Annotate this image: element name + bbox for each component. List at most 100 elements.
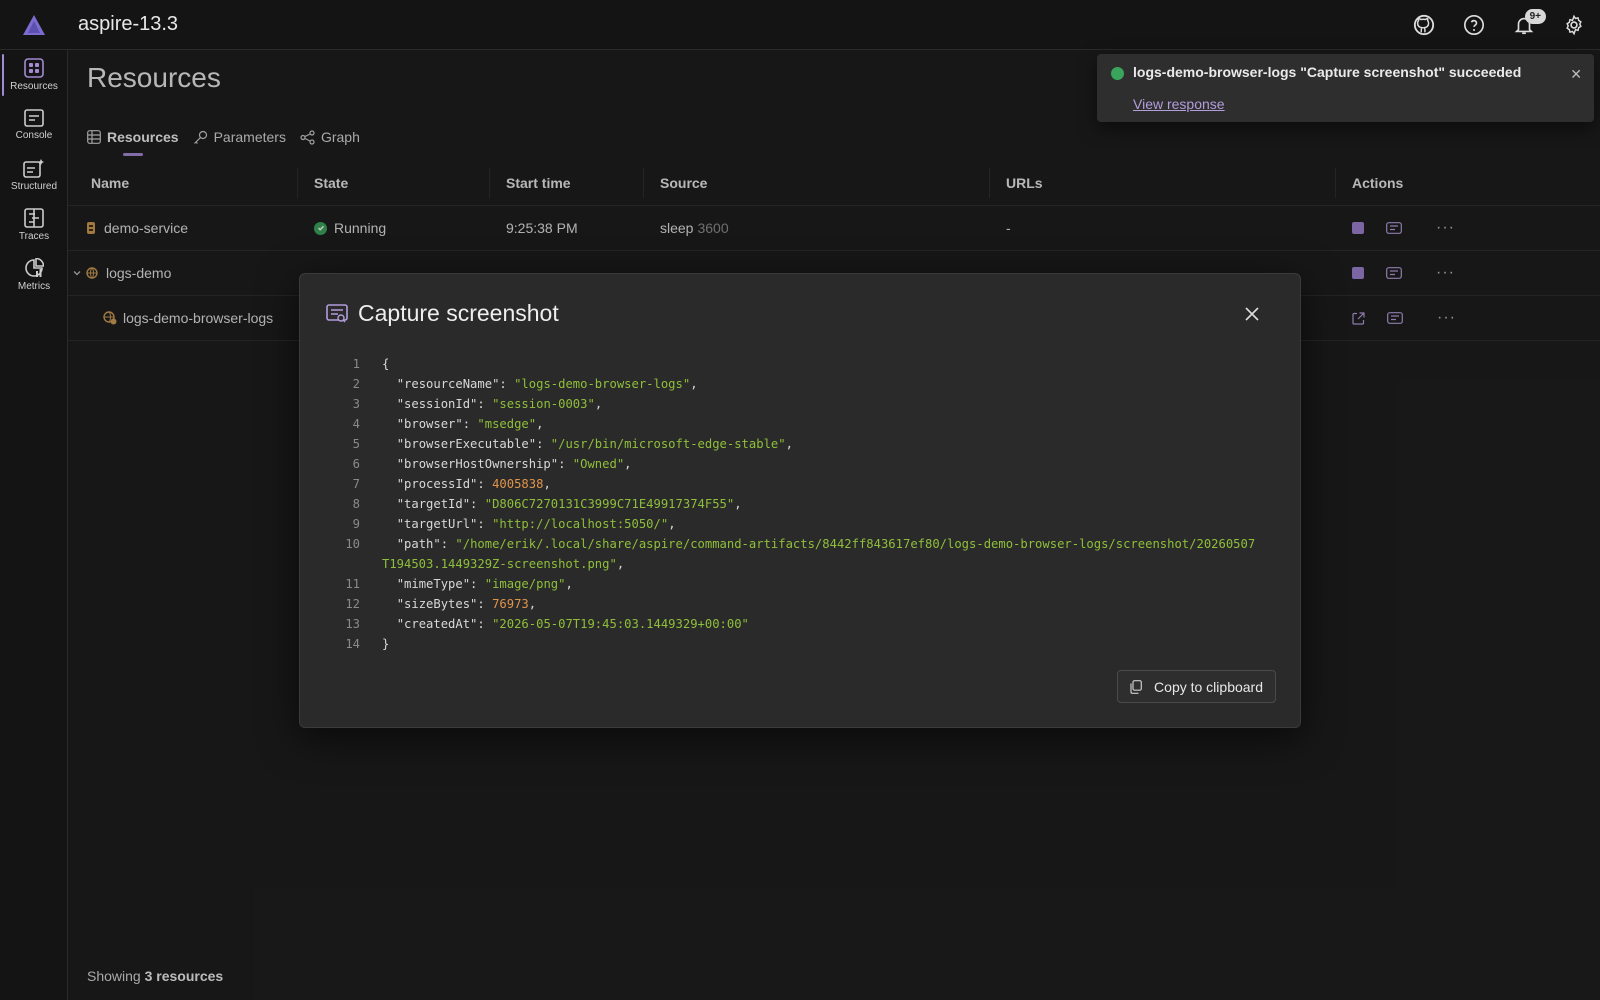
json-key: "sessionId":: [382, 397, 493, 411]
json-key: ,: [668, 517, 676, 531]
json-key: "targetUrl":: [382, 517, 493, 531]
code-line: 4 "browser": "msedge",: [330, 414, 1270, 434]
nav-label: Console: [15, 130, 53, 141]
json-key: ,: [594, 397, 603, 411]
nav-label: Metrics: [17, 281, 51, 292]
copy-icon: [1130, 679, 1142, 694]
code-text: }: [382, 634, 1262, 654]
code-text: "createdAt": "2026-05-07T19:45:03.144932…: [382, 614, 1262, 634]
nav-label: Resources: [10, 81, 58, 92]
json-string: "/usr/bin/microsoft-edge-stable": [550, 437, 786, 451]
code-text: "targetUrl": "http://localhost:5050/",: [382, 514, 1262, 534]
line-number: 4: [352, 417, 360, 431]
nav-item-traces[interactable]: Traces: [0, 200, 68, 250]
structured-icon: [23, 159, 44, 178]
code-line: 1{: [330, 354, 1270, 374]
notifications-icon[interactable]: 9+: [1508, 9, 1546, 41]
code-line: 10 "path": "/home/erik/.local/share/aspi…: [330, 534, 1270, 574]
line-number: 6: [352, 457, 360, 471]
json-string: "msedge": [477, 417, 537, 431]
line-number: 5: [352, 437, 360, 451]
code-line: 2 "resourceName": "logs-demo-browser-log…: [330, 374, 1270, 394]
settings-icon[interactable]: [1558, 9, 1590, 41]
nav-item-resources[interactable]: Resources: [0, 50, 68, 100]
nav-label: Traces: [18, 231, 50, 242]
side-nav: Resources Console Structured Traces Metr…: [0, 50, 68, 1000]
json-key: "processId":: [382, 477, 493, 491]
close-icon[interactable]: [1240, 302, 1264, 326]
dialog-title: Capture screenshot: [326, 300, 559, 327]
json-key: ,: [616, 557, 625, 571]
json-string: "session-0003": [492, 397, 595, 411]
json-key: "sizeBytes":: [382, 597, 493, 611]
nav-item-console[interactable]: Console: [0, 100, 68, 150]
view-response-link[interactable]: View response: [1133, 96, 1225, 112]
capture-screenshot-dialog: Capture screenshot 1{2 "resourceName": "…: [299, 273, 1301, 728]
json-key: "resourceName":: [382, 377, 515, 391]
line-number: 3: [352, 397, 360, 411]
nav-item-metrics[interactable]: Metrics: [0, 250, 68, 300]
app-title: aspire-13.3: [78, 13, 179, 35]
code-line: 5 "browserExecutable": "/usr/bin/microso…: [330, 434, 1270, 454]
metrics-icon: [25, 258, 44, 277]
nav-label: Structured: [10, 181, 58, 192]
line-number: 8: [352, 497, 360, 511]
json-key: ,: [528, 597, 537, 611]
json-string: "2026-05-07T19:45:03.1449329+00:00": [492, 617, 749, 631]
top-actions: 9+: [1408, 0, 1590, 50]
json-number: 4005838: [492, 477, 544, 491]
app-root: aspire-13.3 9+ Resources Console Structu…: [0, 0, 1600, 1000]
copy-to-clipboard-button[interactable]: Copy to clipboard: [1117, 670, 1276, 703]
json-string: "logs-demo-browser-logs": [514, 377, 691, 391]
json-key: ,: [543, 477, 551, 491]
json-key: {: [382, 357, 390, 371]
code-line: 11 "mimeType": "image/png",: [330, 574, 1270, 594]
copy-button-label: Copy to clipboard: [1154, 678, 1263, 695]
json-code-viewer[interactable]: 1{2 "resourceName": "logs-demo-browser-l…: [330, 354, 1270, 654]
aspire-logo[interactable]: [0, 0, 68, 50]
json-key: "mimeType":: [382, 577, 485, 591]
toast-message: logs-demo-browser-logs "Capture screensh…: [1133, 64, 1522, 80]
nav-item-structured[interactable]: Structured: [0, 150, 68, 200]
json-key: ,: [785, 437, 793, 451]
code-line: 13 "createdAt": "2026-05-07T19:45:03.144…: [330, 614, 1270, 634]
code-text: "sizeBytes": 76973,: [382, 594, 1262, 614]
code-text: "sessionId": "session-0003",: [382, 394, 1262, 414]
code-line: 3 "sessionId": "session-0003",: [330, 394, 1270, 414]
json-string: "/home/erik/.local/share/aspire/command-…: [382, 537, 1256, 571]
json-key: "browser":: [382, 417, 478, 431]
json-key: "targetId":: [382, 497, 485, 511]
code-text: "resourceName": "logs-demo-browser-logs"…: [382, 374, 1262, 394]
line-number: 2: [352, 377, 360, 391]
json-string: "D806C7270131C3999C71E49917374F55": [484, 497, 735, 511]
dialog-title-text: Capture screenshot: [358, 300, 559, 326]
code-text: "browserExecutable": "/usr/bin/microsoft…: [382, 434, 1262, 454]
json-string: "http://localhost:5050/": [492, 517, 669, 531]
command-result-icon: [326, 303, 348, 322]
top-bar: aspire-13.3 9+: [0, 0, 1600, 50]
code-line: 12 "sizeBytes": 76973,: [330, 594, 1270, 614]
json-key: ,: [690, 377, 698, 391]
code-text: "processId": 4005838,: [382, 474, 1262, 494]
line-number: 11: [345, 577, 360, 591]
line-number: 7: [352, 477, 360, 491]
close-icon[interactable]: ✕: [1570, 66, 1582, 83]
code-text: "targetId": "D806C7270131C3999C71E499173…: [382, 494, 1262, 514]
line-number: 13: [345, 617, 360, 631]
help-icon[interactable]: [1458, 9, 1490, 41]
resources-icon: [24, 58, 44, 78]
code-line: 9 "targetUrl": "http://localhost:5050/",: [330, 514, 1270, 534]
code-text: "browser": "msedge",: [382, 414, 1262, 434]
code-text: "path": "/home/erik/.local/share/aspire/…: [382, 534, 1262, 574]
json-key: ,: [565, 577, 573, 591]
line-number: 1: [352, 357, 360, 371]
code-text: "browserHostOwnership": "Owned",: [382, 454, 1262, 474]
json-key: "browserExecutable":: [382, 437, 551, 451]
code-line: 6 "browserHostOwnership": "Owned",: [330, 454, 1270, 474]
json-key: ,: [536, 417, 544, 431]
json-key: ,: [624, 457, 632, 471]
github-icon[interactable]: [1408, 9, 1440, 41]
code-text: "mimeType": "image/png",: [382, 574, 1262, 594]
line-number: 10: [345, 537, 360, 551]
json-key: "browserHostOwnership":: [382, 457, 573, 471]
